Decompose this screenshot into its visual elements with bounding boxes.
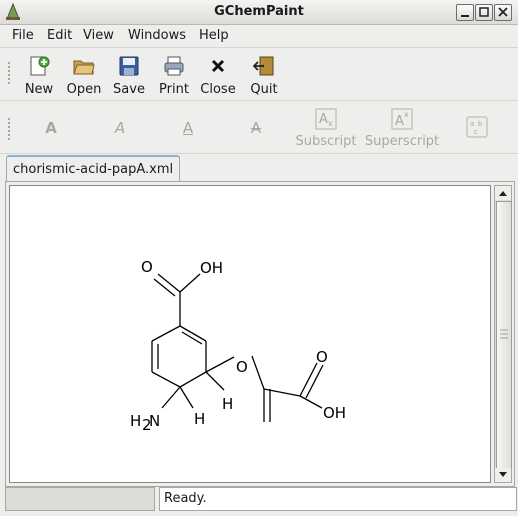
underline-icon: A — [182, 119, 194, 137]
atom-label-nh2-h: H — [130, 412, 141, 430]
print-label: Print — [159, 82, 189, 97]
window-title: GChemPaint — [214, 4, 304, 19]
atom-label-h-ring: H — [222, 395, 233, 413]
quit-button[interactable]: Quit — [247, 55, 281, 99]
character-map-button[interactable]: a b c — [466, 116, 488, 142]
scrollbar-thumb[interactable] — [496, 201, 512, 469]
save-button[interactable]: Save — [111, 55, 147, 99]
vertical-scrollbar[interactable] — [494, 185, 512, 483]
maximize-icon — [479, 7, 489, 17]
svg-text:a: a — [470, 120, 474, 128]
arrow-up-icon — [499, 191, 507, 196]
open-button[interactable]: Open — [64, 55, 104, 99]
new-label: New — [24, 82, 54, 97]
italic-icon: A — [114, 119, 126, 137]
atom-label-o-right: O — [316, 348, 328, 366]
bold-icon: A — [45, 119, 57, 137]
document-tab-strip: chorismic-acid-papA.xml — [0, 154, 518, 184]
superscript-label: Superscript — [364, 134, 440, 149]
save-label: Save — [113, 82, 145, 97]
svg-text:x: x — [404, 110, 409, 119]
subscript-button[interactable]: A x Subscript — [294, 108, 358, 149]
svg-text:A: A — [395, 114, 404, 129]
atom-label-ether-o: O — [236, 358, 248, 376]
close-button[interactable]: Close — [199, 55, 237, 99]
atom-label-nh2-n: N — [149, 412, 160, 430]
quit-label: Quit — [250, 82, 278, 97]
strikethrough-button[interactable]: A — [245, 119, 267, 137]
menu-windows[interactable]: Windows — [128, 28, 186, 43]
format-toolbar-grip[interactable] — [8, 118, 11, 142]
arrow-down-icon — [499, 472, 507, 477]
svg-text:b: b — [478, 120, 483, 128]
atom-label-oh-right: OH — [323, 404, 346, 422]
print-button[interactable]: Print — [156, 55, 192, 99]
drawing-canvas[interactable]: O OH O O OH H H H 2 N — [9, 185, 491, 483]
svg-text:A: A — [319, 112, 328, 127]
close-label: Close — [200, 82, 236, 97]
status-progress-area — [5, 487, 155, 511]
atom-label-h-side: H — [194, 410, 205, 428]
status-message: Ready. — [159, 487, 517, 511]
new-button[interactable]: New — [22, 55, 56, 99]
svg-text:x: x — [328, 119, 333, 128]
molecule-structure[interactable]: O OH O O OH H H H 2 N — [10, 186, 490, 482]
character-map-icon: a b c — [466, 116, 488, 138]
scroll-down-arrow[interactable] — [495, 468, 511, 482]
toolbar-grip[interactable] — [8, 62, 11, 86]
title-bar[interactable]: GChemPaint — [0, 0, 518, 25]
open-folder-icon — [73, 60, 95, 75]
menu-file[interactable]: File — [12, 28, 34, 43]
printer-icon — [164, 56, 184, 76]
open-label: Open — [66, 82, 102, 97]
bold-button[interactable]: A — [40, 119, 62, 137]
atom-label-oh-top: OH — [200, 259, 223, 277]
document-panel: O OH O O OH H H H 2 N — [5, 181, 515, 487]
text-format-toolbar: A A A A A x Subscript A x Superscript a … — [0, 101, 518, 154]
menu-edit[interactable]: Edit — [47, 28, 72, 43]
atom-label-o-top: O — [141, 258, 153, 276]
status-bar: Ready. — [0, 487, 518, 516]
scroll-grip-icon — [500, 329, 508, 339]
minimize-icon — [461, 15, 469, 17]
subscript-icon: A x — [315, 108, 337, 130]
menu-help[interactable]: Help — [199, 28, 229, 43]
new-document-icon — [30, 56, 50, 76]
superscript-icon: A x — [391, 108, 413, 130]
close-icon — [498, 7, 508, 17]
quit-door-icon — [253, 56, 274, 76]
close-x-icon — [211, 59, 225, 73]
svg-text:c: c — [474, 128, 478, 136]
molecule-bonds — [151, 273, 324, 422]
underline-button[interactable]: A — [177, 119, 199, 137]
italic-button[interactable]: A — [109, 119, 131, 137]
maximize-button[interactable] — [475, 4, 493, 21]
superscript-button[interactable]: A x Superscript — [364, 108, 440, 149]
menu-bar: File Edit View Windows Help — [0, 25, 518, 48]
close-window-button[interactable] — [494, 4, 512, 21]
tab-chorismic-acid-papA[interactable]: chorismic-acid-papA.xml — [6, 155, 181, 183]
strikethrough-icon: A — [250, 119, 262, 137]
main-toolbar: New Open Save Print Close Quit — [0, 48, 518, 101]
save-disk-icon — [119, 56, 139, 76]
subscript-label: Subscript — [295, 134, 357, 149]
minimize-button[interactable] — [456, 4, 474, 21]
menu-view[interactable]: View — [83, 28, 114, 43]
scroll-up-arrow[interactable] — [495, 186, 511, 200]
